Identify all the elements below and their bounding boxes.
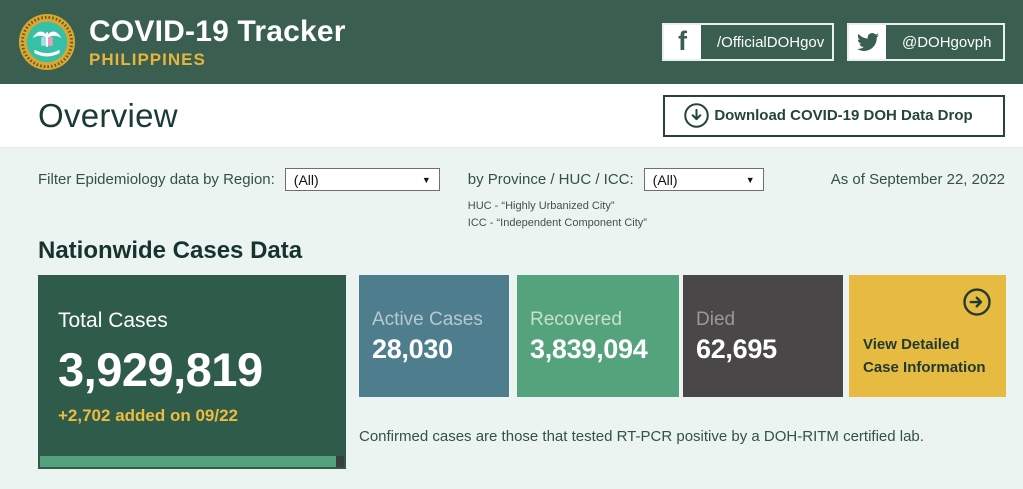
recovered-card: Recovered 3,839,094 bbox=[517, 275, 679, 397]
kpi-cards-row: Active Cases 28,030 Recovered 3,839,094 … bbox=[359, 275, 1006, 397]
caret-down-icon: ▼ bbox=[745, 174, 755, 185]
province-filter-label: by Province / HUC / ICC: bbox=[467, 171, 634, 188]
total-cases-delta: +2,702 added on 09/22 bbox=[58, 406, 239, 425]
circle-arrow-right-icon bbox=[963, 288, 991, 316]
view-detail-label: View Detailed Case Information bbox=[863, 336, 986, 376]
twitter-handle: @DOHgovph bbox=[902, 33, 992, 51]
twitter-icon bbox=[849, 25, 886, 59]
died-label: Died bbox=[696, 309, 736, 330]
cards-area: Total Cases 3,929,819 +2,702 added on 09… bbox=[38, 275, 1006, 469]
active-cases-label: Active Cases bbox=[372, 309, 483, 330]
caret-down-icon: ▼ bbox=[421, 174, 431, 185]
total-cases-card: Total Cases 3,929,819 +2,702 added on 09… bbox=[38, 275, 346, 469]
page-title: Overview bbox=[38, 96, 178, 134]
confirmed-cases-footnote: Confirmed cases are those that tested RT… bbox=[359, 428, 924, 445]
app-subtitle: PHILIPPINES bbox=[89, 49, 206, 69]
province-dropdown-value: (All) bbox=[652, 171, 678, 188]
kpi-column: Active Cases 28,030 Recovered 3,839,094 … bbox=[359, 275, 1006, 445]
total-cases-label: Total Cases bbox=[58, 309, 168, 332]
total-card-scrollbar[interactable] bbox=[40, 456, 344, 467]
facebook-button[interactable]: f /OfficialDOHgov bbox=[662, 23, 834, 61]
covid-tracker-dashboard: COVID-19 Tracker PHILIPPINES f /Official… bbox=[0, 0, 1023, 489]
region-filter-label: Filter Epidemiology data by Region: bbox=[38, 171, 275, 188]
region-filter-group: Filter Epidemiology data by Region: (All… bbox=[38, 168, 440, 191]
main-panel: Filter Epidemiology data by Region: (All… bbox=[0, 148, 1023, 469]
app-title: COVID-19 Tracker bbox=[89, 14, 346, 48]
active-cases-card: Active Cases 28,030 bbox=[359, 275, 509, 397]
total-cases-value: 3,929,819 bbox=[58, 343, 263, 396]
overview-bar: Overview Download COVID-19 DOH Data Drop bbox=[0, 84, 1023, 148]
download-icon bbox=[684, 103, 709, 128]
doh-seal-logo bbox=[18, 13, 76, 71]
province-filter-group: by Province / HUC / ICC: (All) ▼ HUC - “… bbox=[468, 168, 764, 231]
facebook-handle: /OfficialDOHgov bbox=[717, 33, 825, 51]
recovered-value: 3,839,094 bbox=[530, 334, 648, 364]
title-block: COVID-19 Tracker PHILIPPINES bbox=[89, 15, 346, 70]
died-card: Died 62,695 bbox=[683, 275, 843, 397]
huc-note: HUC - “Highly Urbanized City” bbox=[467, 200, 615, 212]
died-value: 62,695 bbox=[696, 334, 777, 364]
icc-note: ICC - “Independent Component City” bbox=[467, 216, 647, 229]
facebook-icon: f bbox=[664, 25, 701, 59]
section-title: Nationwide Cases Data bbox=[38, 237, 303, 264]
scrollbar-track-end bbox=[336, 456, 344, 467]
recovered-label: Recovered bbox=[530, 309, 622, 330]
twitter-button[interactable]: @DOHgovph bbox=[847, 23, 1005, 61]
as-of-date: As of September 22, 2022 bbox=[830, 171, 1005, 188]
province-dropdown[interactable]: (All) ▼ bbox=[643, 168, 764, 191]
header-bar: COVID-19 Tracker PHILIPPINES f /Official… bbox=[0, 0, 1023, 84]
filter-notes: HUC - “Highly Urbanized City” ICC - “Ind… bbox=[468, 198, 764, 231]
view-detail-card-button[interactable]: View Detailed Case Information bbox=[849, 275, 1006, 397]
download-data-button[interactable]: Download COVID-19 DOH Data Drop bbox=[663, 94, 1005, 137]
region-dropdown-value: (All) bbox=[293, 171, 319, 188]
active-cases-value: 28,030 bbox=[372, 334, 453, 364]
download-label: Download COVID-19 DOH Data Drop bbox=[714, 107, 973, 124]
filter-row: Filter Epidemiology data by Region: (All… bbox=[38, 168, 1005, 231]
region-dropdown[interactable]: (All) ▼ bbox=[284, 168, 440, 191]
